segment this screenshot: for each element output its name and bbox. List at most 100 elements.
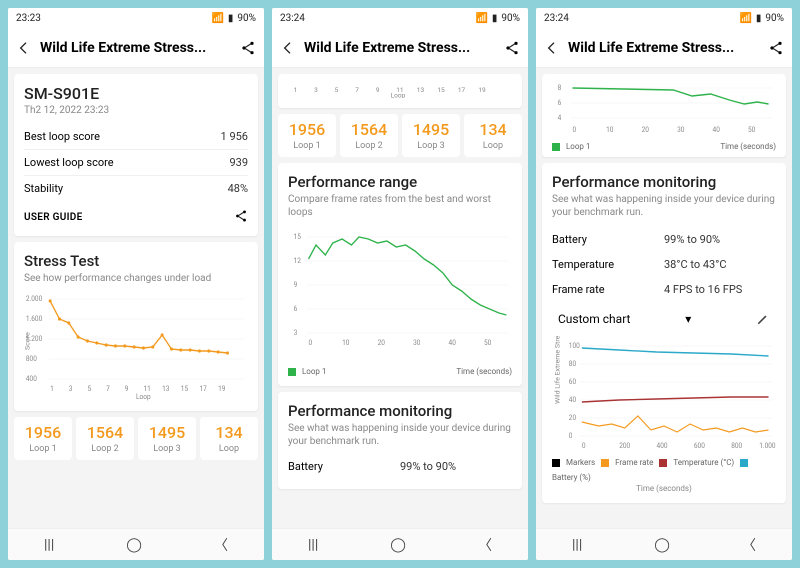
page-title: Wild Life Extreme Stress... xyxy=(304,40,496,56)
svg-text:1: 1 xyxy=(294,86,298,94)
svg-text:17: 17 xyxy=(458,86,466,94)
svg-text:17: 17 xyxy=(199,385,207,393)
lowest-loop-value: 939 xyxy=(229,156,248,169)
home-button[interactable]: ◯ xyxy=(126,537,142,553)
back-button[interactable] xyxy=(16,40,32,56)
mon-sub: See what was happening inside your devic… xyxy=(552,193,776,219)
chart-xlabel: Time (seconds) xyxy=(456,367,512,376)
loop-scores-row: 1956Loop 1 1564Loop 2 1495Loop 3 134Loop xyxy=(14,417,258,460)
battery-label: Battery xyxy=(288,460,400,473)
battery-value: 99% to 90% xyxy=(400,460,512,473)
custom-legend: Markers Frame rate Temperature (°C) Batt… xyxy=(552,458,776,482)
stress-sub: See how performance changes under load xyxy=(24,272,248,285)
loop-box[interactable]: 1564Loop 2 xyxy=(76,417,134,460)
status-right: 📶 ▮ 90% xyxy=(211,13,256,24)
share-button[interactable] xyxy=(240,40,256,56)
loop-box[interactable]: 134Loop xyxy=(464,114,522,157)
appbar: Wild Life Extreme Stress... xyxy=(8,28,264,68)
statusbar: 23:24 📶▮90% xyxy=(272,8,528,28)
loop-scores-row: 1956Loop 1 1564Loop 2 1495Loop 3 134Loop xyxy=(278,114,522,157)
svg-text:600: 600 xyxy=(694,442,705,450)
legend-label: Loop 1 xyxy=(302,367,326,376)
loop-box[interactable]: 134Loop xyxy=(200,417,258,460)
wifi-icon: 📶 xyxy=(475,13,487,24)
svg-text:6: 6 xyxy=(558,99,562,107)
custom-chart: 100806040200 02004006008001.000 Wild Lif… xyxy=(552,336,776,456)
svg-text:1.600: 1.600 xyxy=(26,315,43,323)
phone-screen-1: 23:23 📶 ▮ 90% Wild Life Extreme Stress..… xyxy=(8,8,264,560)
loop-box[interactable]: 1564Loop 2 xyxy=(340,114,398,157)
recents-button[interactable]: ||| xyxy=(44,537,54,553)
recents-button[interactable]: ||| xyxy=(308,537,318,553)
signal-icon: ▮ xyxy=(492,13,498,24)
run-timestamp: Th2 12, 2022 23:23 xyxy=(24,105,248,116)
svg-text:3: 3 xyxy=(69,385,73,393)
signal-icon: ▮ xyxy=(228,13,234,24)
svg-text:19: 19 xyxy=(218,385,226,393)
battery-percent: 90% xyxy=(765,13,784,24)
home-button[interactable]: ◯ xyxy=(390,537,406,553)
custom-chart-dropdown[interactable]: Custom chart xyxy=(558,312,630,326)
share-button[interactable] xyxy=(504,40,520,56)
mon-title: Performance monitoring xyxy=(552,173,776,191)
svg-text:7: 7 xyxy=(106,385,110,393)
svg-text:1.000: 1.000 xyxy=(759,442,776,450)
svg-text:13: 13 xyxy=(162,385,170,393)
stress-chart: 2.0001.6001.200800400 135791113151719 Sc… xyxy=(24,291,248,401)
wifi-icon: 📶 xyxy=(739,13,751,24)
perf-mon-card-full: Performance monitoring See what was happ… xyxy=(542,163,786,503)
device-name: SM-S901E xyxy=(24,84,248,103)
stress-test-card: Stress Test See how performance changes … xyxy=(14,242,258,411)
status-time: 23:24 xyxy=(544,13,569,24)
range-title: Performance range xyxy=(288,173,512,191)
custom-yaxis-label: Wild Life Extreme Stress Test xyxy=(554,336,562,404)
svg-text:800: 800 xyxy=(731,442,742,450)
share-button[interactable] xyxy=(768,40,784,56)
svg-text:8: 8 xyxy=(558,84,562,92)
svg-text:10: 10 xyxy=(606,126,614,134)
svg-text:30: 30 xyxy=(677,126,685,134)
svg-text:100: 100 xyxy=(569,342,580,350)
svg-text:5: 5 xyxy=(87,385,91,393)
svg-text:9: 9 xyxy=(294,281,298,289)
android-navbar: ||| ◯ 〈 xyxy=(8,528,264,560)
back-nav-button[interactable]: 〈 xyxy=(214,535,228,555)
svg-text:400: 400 xyxy=(657,442,668,450)
loop-box[interactable]: 1956Loop 1 xyxy=(14,417,72,460)
share-results-button[interactable] xyxy=(234,209,248,226)
user-guide-link[interactable]: USER GUIDE xyxy=(24,212,83,223)
svg-text:50: 50 xyxy=(484,339,492,347)
loop-box[interactable]: 1495Loop 3 xyxy=(402,114,460,157)
best-loop-value: 1 956 xyxy=(221,130,248,143)
stability-label: Stability xyxy=(24,182,228,195)
svg-text:Score: Score xyxy=(24,332,32,350)
range-chart-tail: 864 01020304050 Loop 1Time (seconds) xyxy=(542,74,786,157)
best-loop-label: Best loop score xyxy=(24,130,221,143)
svg-text:4: 4 xyxy=(558,114,562,122)
edit-button[interactable] xyxy=(756,312,770,326)
status-time: 23:23 xyxy=(16,13,41,24)
svg-text:30: 30 xyxy=(413,339,421,347)
loop-box[interactable]: 1956Loop 1 xyxy=(278,114,336,157)
battery-percent: 90% xyxy=(237,13,256,24)
chevron-down-icon[interactable]: ▾ xyxy=(685,312,691,326)
back-nav-button[interactable]: 〈 xyxy=(478,535,492,555)
svg-text:Loop: Loop xyxy=(136,393,151,401)
performance-range-card: Performance range Compare frame rates fr… xyxy=(278,163,522,386)
svg-text:15: 15 xyxy=(181,385,189,393)
svg-text:60: 60 xyxy=(569,378,577,386)
svg-text:0: 0 xyxy=(569,432,573,440)
back-nav-button[interactable]: 〈 xyxy=(742,535,756,555)
svg-text:13: 13 xyxy=(417,86,425,94)
home-button[interactable]: ◯ xyxy=(654,537,670,553)
svg-text:200: 200 xyxy=(619,442,630,450)
statusbar: 23:23 📶 ▮ 90% xyxy=(8,8,264,28)
back-button[interactable] xyxy=(544,40,560,56)
svg-text:12: 12 xyxy=(294,257,302,265)
page-title: Wild Life Extreme Stress... xyxy=(568,40,760,56)
back-button[interactable] xyxy=(280,40,296,56)
mon-sub: See what was happening inside your devic… xyxy=(288,422,512,448)
svg-text:400: 400 xyxy=(26,375,37,383)
recents-button[interactable]: ||| xyxy=(572,537,582,553)
loop-box[interactable]: 1495Loop 3 xyxy=(138,417,196,460)
